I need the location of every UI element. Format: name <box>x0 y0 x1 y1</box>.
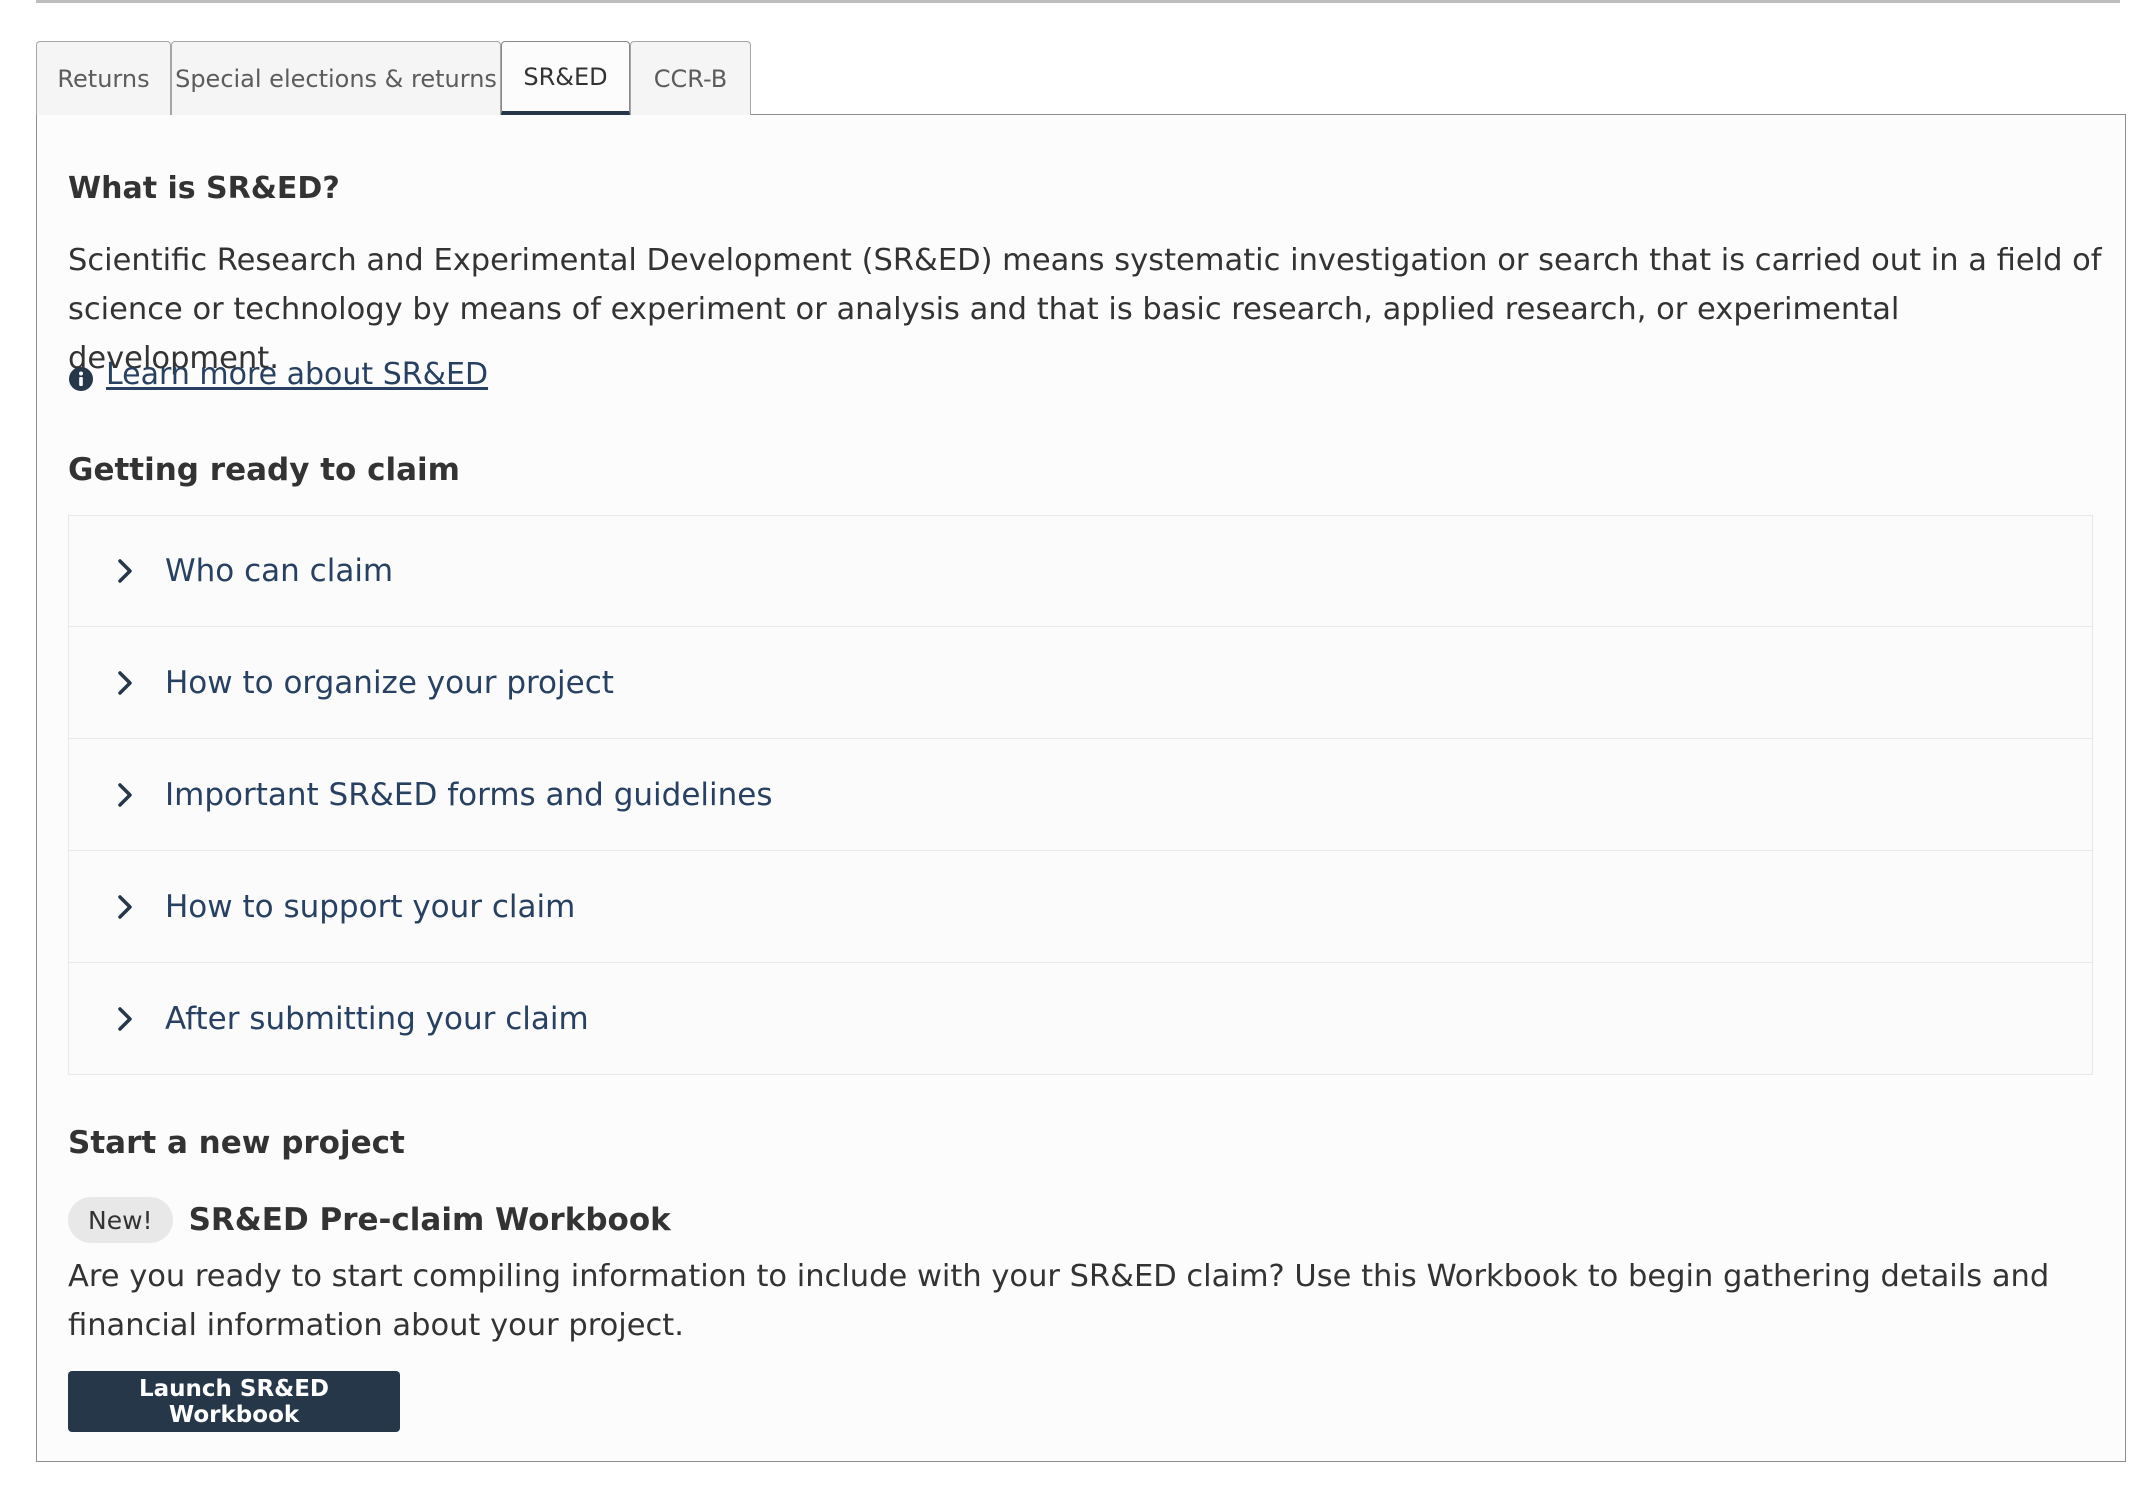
what-is-heading: What is SR&ED? <box>68 171 340 206</box>
chevron-right-icon <box>118 1006 132 1031</box>
chevron-right-icon <box>118 670 132 695</box>
new-badge: New! <box>68 1197 173 1243</box>
getting-ready-accordion: Who can claim How to organize your proje… <box>68 515 2093 1075</box>
getting-ready-heading: Getting ready to claim <box>68 452 460 488</box>
tab-returns[interactable]: Returns <box>36 41 171 115</box>
accordion-label: After submitting your claim <box>165 1000 589 1037</box>
tab-special-elections[interactable]: Special elections & returns <box>171 41 501 115</box>
accordion-item-support-claim[interactable]: How to support your claim <box>68 851 2093 963</box>
launch-workbook-button[interactable]: Launch SR&ED Workbook <box>68 1371 400 1432</box>
chevron-right-icon <box>118 894 132 919</box>
start-project-heading: Start a new project <box>68 1125 405 1161</box>
accordion-label: How to organize your project <box>165 664 614 701</box>
learn-more-link[interactable]: Learn more about SR&ED <box>106 357 488 392</box>
tab-sred[interactable]: SR&ED <box>501 41 630 115</box>
accordion-label: Who can claim <box>165 553 394 589</box>
accordion-item-after-submitting[interactable]: After submitting your claim <box>68 963 2093 1075</box>
workbook-title: SR&ED Pre-claim Workbook <box>188 1202 671 1238</box>
accordion-item-organize-project[interactable]: How to organize your project <box>68 627 2093 739</box>
accordion-item-forms-guidelines[interactable]: Important SR&ED forms and guidelines <box>68 739 2093 851</box>
chevron-right-icon <box>118 782 132 807</box>
accordion-label: Important SR&ED forms and guidelines <box>165 776 773 813</box>
tab-ccr-b[interactable]: CCR-B <box>630 41 751 115</box>
info-icon <box>68 365 94 391</box>
workbook-title-row: New! SR&ED Pre-claim Workbook <box>68 1197 671 1243</box>
top-divider <box>36 0 2120 3</box>
accordion-item-who-can-claim[interactable]: Who can claim <box>68 515 2093 627</box>
accordion-label: How to support your claim <box>165 888 576 925</box>
chevron-right-icon <box>118 559 132 583</box>
tab-bar: Returns Special elections & returns SR&E… <box>36 41 751 115</box>
learn-more-row: Learn more about SR&ED <box>68 357 488 392</box>
workbook-description: Are you ready to start compiling informa… <box>68 1259 2050 1343</box>
